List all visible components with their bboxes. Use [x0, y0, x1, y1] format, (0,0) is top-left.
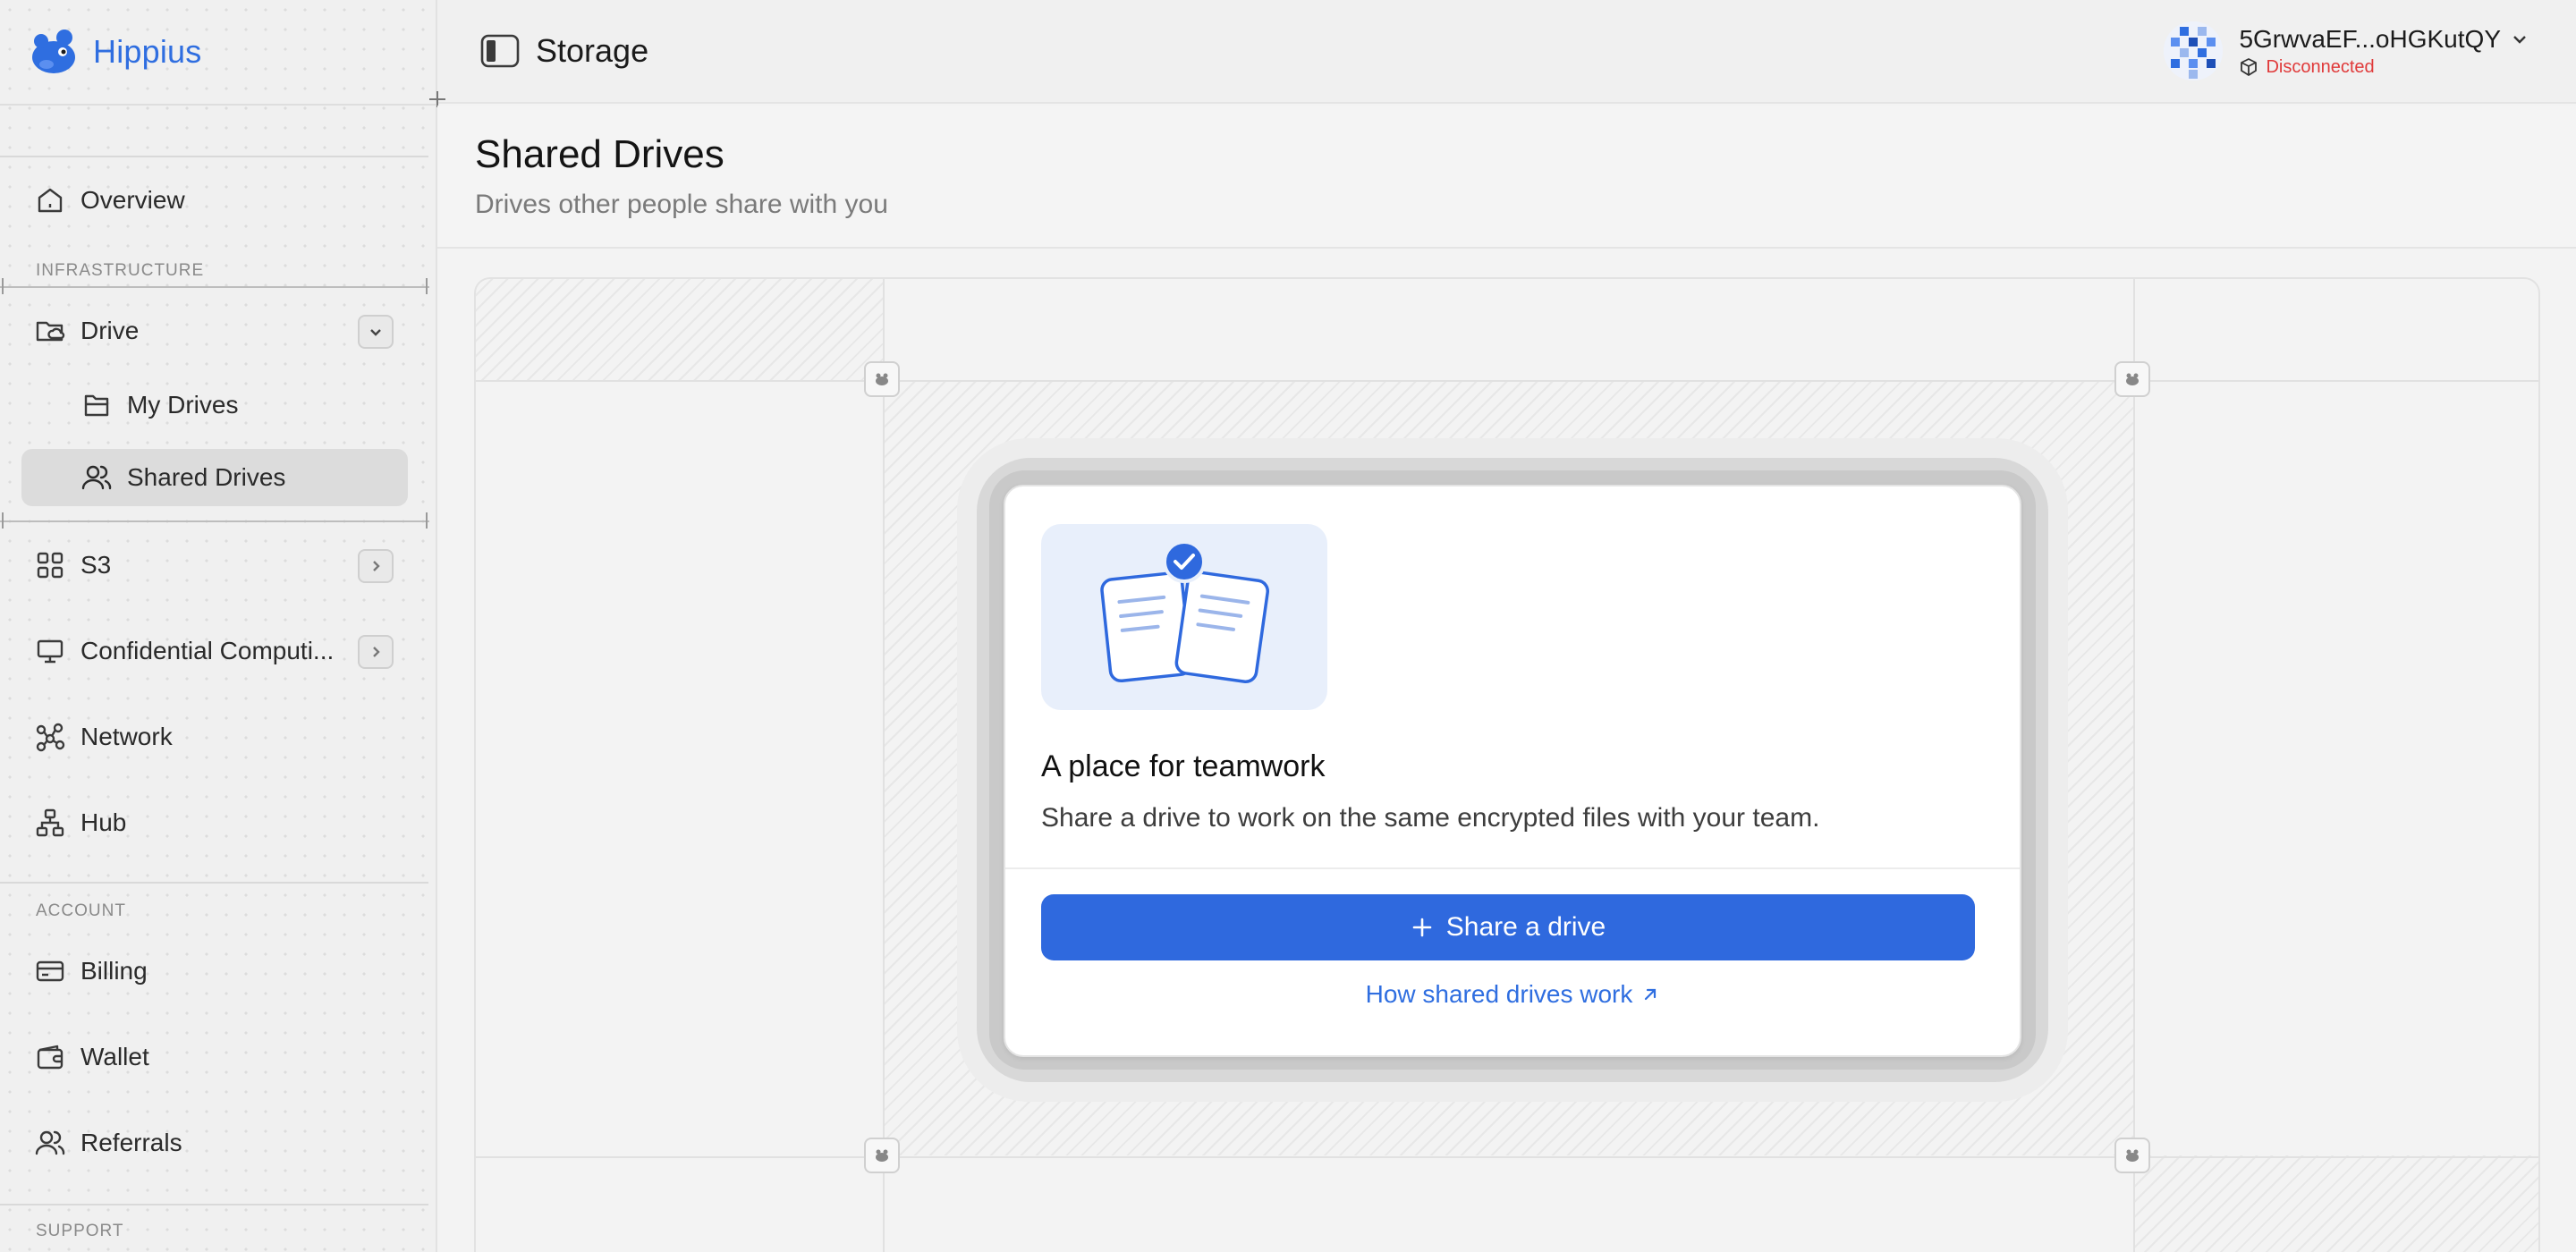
sidebar-divider: [0, 156, 428, 157]
wallet-icon: [34, 1041, 66, 1073]
empty-state-canvas: A place for teamwork Share a drive to wo…: [474, 277, 2540, 1252]
drive-collapse-button[interactable]: [358, 315, 394, 349]
page-subtitle: Drives other people share with you: [475, 190, 888, 219]
sidebar-item-label: Confidential Computi...: [80, 637, 335, 664]
account-id-row: 5GrwvaEF...oHGKutQY: [2239, 25, 2529, 54]
brand[interactable]: Hippius: [27, 25, 201, 79]
sidebar-item-billing[interactable]: Billing: [21, 943, 408, 1000]
cube-icon: [2241, 58, 2258, 76]
sidebar-item-label: Referrals: [80, 1129, 182, 1156]
sidebar-item-label: Shared Drives: [127, 463, 286, 491]
corner-marker: [2114, 361, 2150, 397]
credit-card-icon: [34, 955, 66, 987]
home-icon: [34, 184, 66, 216]
guide-tick: [2, 278, 4, 294]
sidebar-item-label: Billing: [80, 957, 148, 985]
sidebar-item-confidential-computing[interactable]: Confidential Computi...: [21, 622, 408, 680]
page-section-title: Storage: [536, 32, 649, 69]
guide-tick: [426, 512, 428, 529]
account-info: 5GrwvaEF...oHGKutQY Disconnected: [2239, 25, 2529, 78]
shared-documents-illustration: [1041, 524, 1327, 710]
users-icon: [80, 461, 113, 494]
hippo-logo-icon: [32, 30, 75, 73]
avatar: [2164, 21, 2224, 80]
folder-open-icon: [80, 389, 113, 421]
sidebar-item-wallet[interactable]: Wallet: [21, 1028, 408, 1086]
users-icon: [34, 1127, 66, 1159]
share-drive-label: Share a drive: [1445, 912, 1606, 942]
sidebar-item-label: My Drives: [127, 391, 239, 419]
s3-expand-button[interactable]: [358, 549, 394, 583]
card-divider: [1005, 867, 2020, 869]
sidebar-item-shared-drives[interactable]: Shared Drives: [21, 449, 408, 506]
hippo-mini-icon: [876, 1149, 888, 1162]
sidebar-item-label: Overview: [80, 186, 185, 214]
sidebar-item-overview[interactable]: Overview: [21, 172, 408, 229]
sidebar-item-label: Network: [80, 723, 173, 750]
guide-tick: [426, 278, 428, 294]
plus-icon: [1412, 918, 1432, 937]
status-text: Disconnected: [2266, 56, 2375, 77]
section-label-support: SUPPORT: [36, 1222, 124, 1240]
section-label-account: ACCOUNT: [36, 901, 126, 920]
hierarchy-icon: [34, 807, 66, 839]
sidebar-item-label: Drive: [80, 317, 140, 344]
sidebar-item-label: S3: [80, 551, 112, 579]
sidebar-item-network[interactable]: Network: [21, 708, 408, 766]
network-icon: [34, 721, 66, 753]
brand-name: Hippius: [93, 33, 202, 70]
confidential-expand-button[interactable]: [358, 635, 394, 669]
sidebar-item-label: Hub: [80, 808, 127, 836]
sidebar-item-s3[interactable]: S3: [21, 537, 408, 594]
hippo-mini-icon: [2126, 1149, 2139, 1162]
guide-tick: [2, 512, 4, 529]
page-header: Shared Drives Drives other people share …: [437, 106, 2576, 249]
card-description: Share a drive to work on the same encryp…: [1041, 803, 1820, 833]
corner-marker: [2114, 1138, 2150, 1173]
guide-line: [0, 286, 429, 288]
grid-icon: [34, 549, 66, 581]
chevron-right-icon: [373, 647, 380, 657]
hatch-area: [476, 279, 884, 381]
sidebar-divider: [0, 882, 428, 884]
grid-line: [2133, 279, 2135, 1252]
account-menu[interactable]: 5GrwvaEF...oHGKutQY Disconnected: [2164, 20, 2529, 82]
corner-marker: [864, 1138, 900, 1173]
folder-cloud-icon: [34, 315, 66, 347]
page-title: Shared Drives: [475, 132, 724, 176]
connection-status: Disconnected: [2239, 57, 2529, 78]
grid-line: [883, 279, 885, 1252]
hippo-mini-icon: [2126, 373, 2139, 385]
card-title: A place for teamwork: [1041, 749, 1326, 783]
guide-line: [0, 520, 429, 522]
top-bar: Storage 5GrwvaEF...oHGKutQY Disconnected: [437, 0, 2576, 104]
sidebar-divider: [0, 1204, 428, 1205]
arrow-up-right-icon: [1645, 988, 1657, 1001]
chevron-down-icon: [2513, 35, 2526, 44]
chevron-down-icon: [370, 329, 381, 336]
sidebar-item-referrals[interactable]: Referrals: [21, 1114, 408, 1172]
grid-line: [476, 380, 2538, 382]
grid-line: [476, 1156, 2538, 1158]
documents-check-icon: [1100, 540, 1269, 683]
sidebar-item-drive[interactable]: Drive: [21, 302, 408, 360]
hatch-area: [2134, 1155, 2538, 1252]
account-id: 5GrwvaEF...oHGKutQY: [2239, 24, 2501, 53]
monitor-icon: [34, 635, 66, 667]
hippo-mini-icon: [876, 373, 888, 385]
sidebar-item-label: Wallet: [80, 1043, 149, 1070]
sidebar-item-hub[interactable]: Hub: [21, 794, 408, 851]
help-link-label: How shared drives work: [1365, 980, 1633, 1008]
section-label-infrastructure: INFRASTRUCTURE: [36, 261, 205, 280]
chevron-right-icon: [373, 561, 380, 571]
sidebar-toggle-icon[interactable]: [480, 34, 520, 68]
share-drive-button[interactable]: Share a drive: [1041, 894, 1975, 960]
sidebar-item-my-drives[interactable]: My Drives: [21, 376, 408, 434]
how-shared-drives-work-link[interactable]: How shared drives work: [1005, 980, 2020, 1009]
sidebar: Hippius Overview INFRASTRUCTURE Drive My…: [0, 0, 437, 1252]
brand-divider: [0, 104, 437, 106]
corner-marker: [864, 361, 900, 397]
empty-state-card: A place for teamwork Share a drive to wo…: [1004, 485, 2021, 1057]
